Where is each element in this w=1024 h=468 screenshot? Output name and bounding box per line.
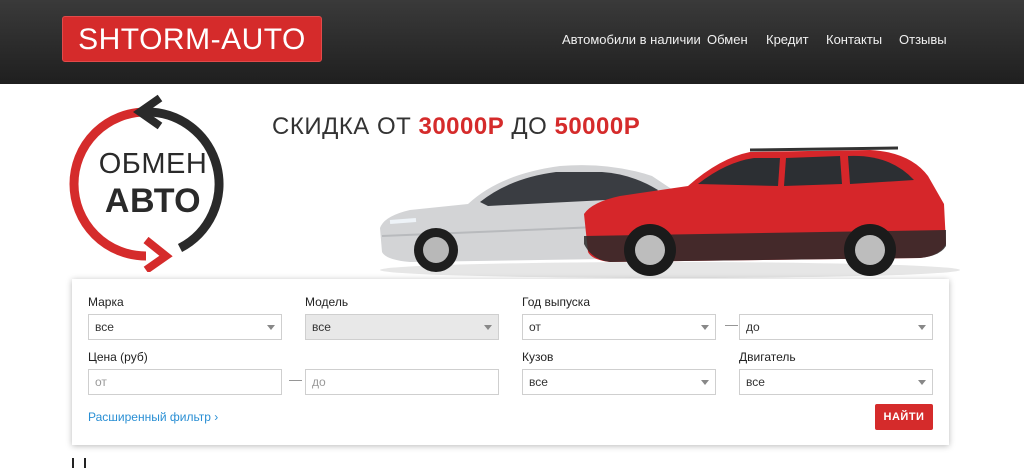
engine-select-value: все bbox=[746, 375, 765, 389]
engine-label: Двигатель bbox=[739, 350, 796, 364]
make-select[interactable]: все bbox=[88, 314, 282, 340]
advanced-filter-link[interactable]: Расширенный фильтр › bbox=[88, 410, 218, 424]
promo-amount-from: 30000Р bbox=[418, 113, 505, 140]
exchange-title-bottom: АВТО bbox=[104, 182, 202, 220]
model-select-value: все bbox=[312, 320, 331, 334]
year-range-dash: — bbox=[725, 317, 738, 332]
site-header: SHTORM-AUTO Автомобили в наличии Обмен К… bbox=[0, 0, 1024, 84]
model-label: Модель bbox=[305, 295, 349, 309]
nav-exchange[interactable]: Обмен bbox=[707, 32, 748, 47]
chevron-down-icon bbox=[267, 325, 275, 330]
model-select[interactable]: все bbox=[305, 314, 499, 340]
promo-mid: ДО bbox=[504, 113, 555, 140]
price-to-placeholder: до bbox=[312, 375, 326, 389]
engine-select[interactable]: все bbox=[739, 369, 933, 395]
price-from-input[interactable]: от bbox=[88, 369, 282, 395]
section-heading-partial bbox=[72, 458, 86, 468]
price-to-input[interactable]: до bbox=[305, 369, 499, 395]
find-button[interactable]: НАЙТИ bbox=[875, 404, 933, 430]
nav-contacts[interactable]: Контакты bbox=[826, 32, 882, 47]
cars-image bbox=[380, 146, 960, 278]
main-nav: Автомобили в наличии Обмен Кредит Контак… bbox=[0, 32, 1024, 50]
year-to-value: до bbox=[746, 320, 760, 334]
chevron-down-icon bbox=[484, 325, 492, 330]
year-to-select[interactable]: до bbox=[739, 314, 933, 340]
nav-credit[interactable]: Кредит bbox=[766, 32, 809, 47]
chevron-down-icon bbox=[918, 380, 926, 385]
chevron-down-icon bbox=[918, 325, 926, 330]
make-label: Марка bbox=[88, 295, 124, 309]
year-from-value: от bbox=[529, 320, 541, 334]
price-range-dash: — bbox=[289, 372, 302, 387]
chevron-down-icon bbox=[701, 325, 709, 330]
promo-prefix: СКИДКА ОТ bbox=[272, 113, 419, 140]
make-select-value: все bbox=[95, 320, 114, 334]
nav-cars-in-stock[interactable]: Автомобили в наличии bbox=[562, 32, 701, 47]
price-from-placeholder: от bbox=[95, 375, 107, 389]
search-filter-panel: Марка все Модель все Год выпуска от — до… bbox=[72, 279, 949, 445]
year-label: Год выпуска bbox=[522, 295, 590, 309]
body-select-value: все bbox=[529, 375, 548, 389]
body-label: Кузов bbox=[522, 350, 554, 364]
year-from-select[interactable]: от bbox=[522, 314, 716, 340]
promo-headline: СКИДКА ОТ 30000Р ДО 50000Р bbox=[272, 113, 640, 141]
exchange-title-top: ОБМЕН bbox=[98, 148, 208, 180]
promo-amount-to: 50000Р bbox=[554, 113, 641, 140]
price-label: Цена (руб) bbox=[88, 350, 148, 364]
red-suv-image bbox=[584, 146, 946, 276]
chevron-down-icon bbox=[701, 380, 709, 385]
nav-reviews[interactable]: Отзывы bbox=[899, 32, 947, 47]
body-select[interactable]: все bbox=[522, 369, 716, 395]
